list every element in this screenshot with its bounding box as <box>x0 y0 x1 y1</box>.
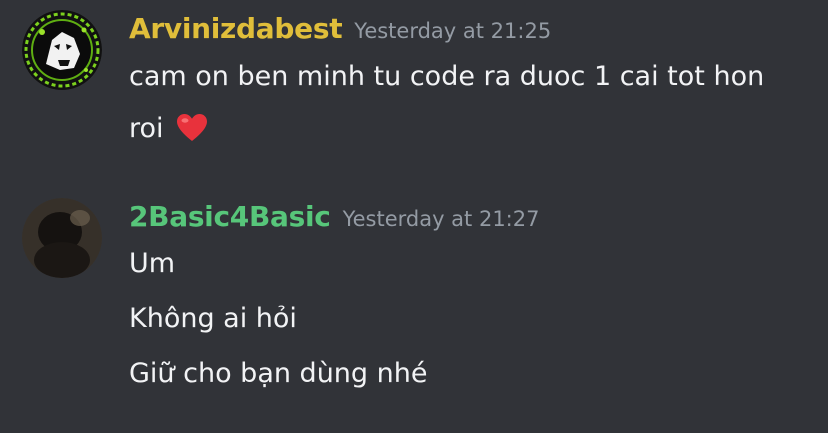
chat-message-list: Arvinizdabest Yesterday at 21:25 cam on b… <box>0 0 828 433</box>
username[interactable]: 2Basic4Basic <box>129 200 331 233</box>
message-header: 2Basic4Basic Yesterday at 21:27 <box>129 200 539 233</box>
username[interactable]: Arvinizdabest <box>129 12 343 45</box>
message-line: Giữ cho bạn dùng nhé <box>129 358 428 389</box>
skull-emblem-avatar-icon <box>22 10 102 90</box>
message-line: Um <box>129 248 176 279</box>
message-line: Không ai hỏi <box>129 303 297 334</box>
profile-photo-avatar-icon <box>22 198 102 278</box>
message-line-with-emoji: roi <box>129 102 800 162</box>
timestamp: Yesterday at 21:27 <box>342 207 540 231</box>
message-header: Arvinizdabest Yesterday at 21:25 <box>129 12 551 45</box>
red-heart-icon <box>176 108 208 162</box>
avatar[interactable] <box>22 198 102 278</box>
avatar[interactable] <box>22 10 102 90</box>
timestamp: Yesterday at 21:25 <box>354 19 552 43</box>
message-line: cam on ben minh tu code ra duoc 1 cai to… <box>129 61 765 92</box>
message-text: roi <box>129 113 164 144</box>
